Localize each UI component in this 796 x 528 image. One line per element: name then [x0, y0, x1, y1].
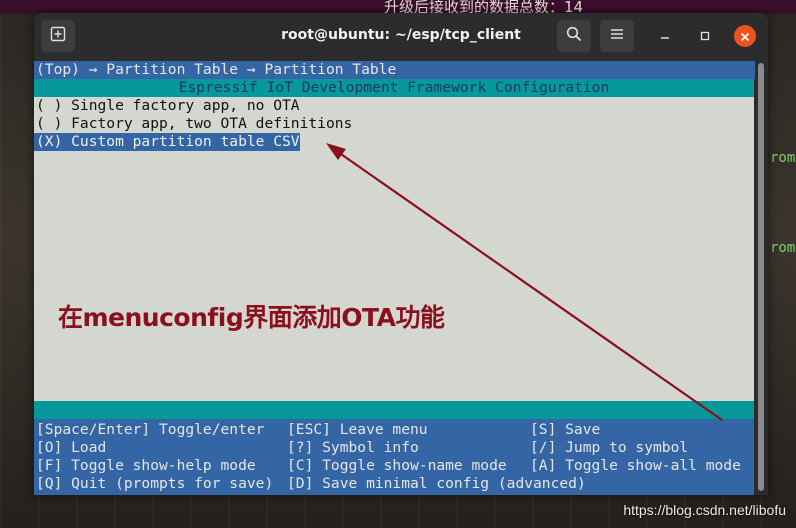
- annotation-arrow: [326, 143, 723, 421]
- watermark: https://blog.csdn.net/libofu: [623, 502, 786, 518]
- annotation-text: 在menuconfig界面添加OTA功能: [58, 303, 445, 332]
